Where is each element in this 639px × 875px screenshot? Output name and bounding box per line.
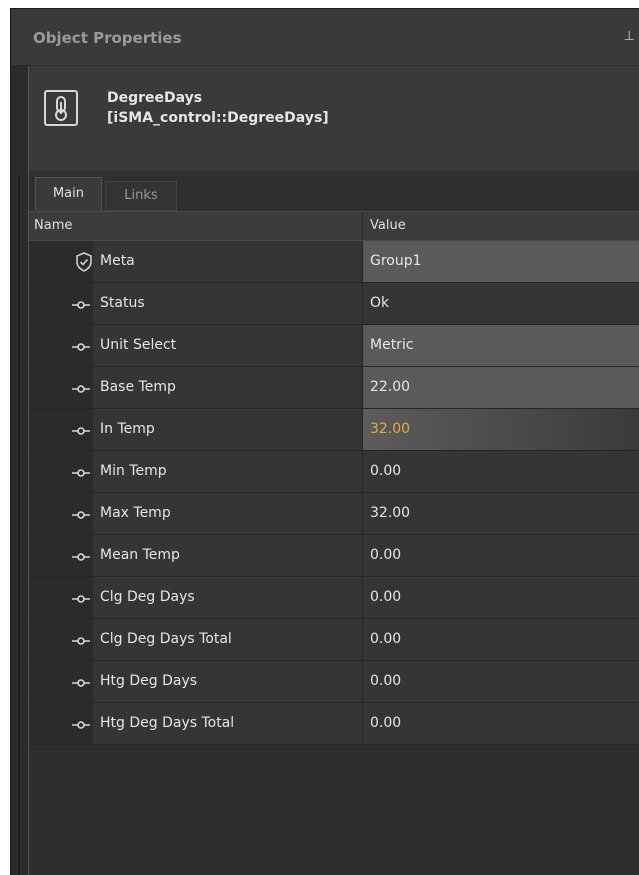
slot-icon bbox=[71, 717, 91, 731]
property-name: Status bbox=[100, 295, 145, 311]
row-value-cell bbox=[363, 283, 639, 324]
slot-icon bbox=[71, 633, 91, 647]
property-name: Min Temp bbox=[100, 463, 167, 479]
property-name: Clg Deg Days Total bbox=[100, 631, 232, 647]
column-header-value[interactable]: Value bbox=[370, 218, 406, 233]
slot-icon bbox=[71, 381, 91, 395]
slot-icon bbox=[71, 591, 91, 605]
left-gutter bbox=[11, 66, 28, 875]
slot-icon bbox=[71, 339, 91, 353]
column-separator[interactable] bbox=[362, 212, 363, 240]
property-name: Mean Temp bbox=[100, 547, 180, 563]
gutter-divider bbox=[18, 176, 20, 875]
property-row[interactable]: Clg Deg Days Total 0.00 bbox=[29, 619, 639, 661]
row-value-cell bbox=[363, 661, 639, 702]
column-header-name[interactable]: Name bbox=[34, 218, 72, 233]
panel-titlebar: Object Properties ⊥ bbox=[11, 9, 639, 66]
slot-icon bbox=[71, 507, 91, 521]
property-value: 0.00 bbox=[370, 715, 402, 731]
property-value[interactable]: Metric bbox=[370, 337, 414, 353]
property-row[interactable]: In Temp 32.00 bbox=[29, 409, 639, 451]
object-properties-panel: Object Properties ⊥ DegreeDays [iSMA_con… bbox=[10, 8, 639, 875]
object-name: DegreeDays bbox=[107, 90, 203, 106]
property-value: 0.00 bbox=[370, 589, 402, 605]
property-row[interactable]: Max Temp 32.00 bbox=[29, 493, 639, 535]
property-row[interactable]: Unit Select Metric bbox=[29, 325, 639, 367]
property-row[interactable]: Min Temp 0.00 bbox=[29, 451, 639, 493]
property-name: Htg Deg Days Total bbox=[100, 715, 235, 731]
property-value: 0.00 bbox=[370, 631, 402, 647]
slot-icon bbox=[71, 465, 91, 479]
property-name: Clg Deg Days bbox=[100, 589, 195, 605]
shield-icon bbox=[75, 252, 93, 272]
pin-icon[interactable]: ⊥ bbox=[624, 29, 635, 44]
thermometer-icon bbox=[44, 90, 78, 126]
property-grid: Name Value Meta Group1 Status Ok Unit Select… bbox=[28, 211, 639, 875]
property-row[interactable]: Mean Temp 0.00 bbox=[29, 535, 639, 577]
property-value: 0.00 bbox=[370, 547, 402, 563]
slot-icon bbox=[71, 675, 91, 689]
property-name: Unit Select bbox=[100, 337, 177, 353]
object-type: [iSMA_control::DegreeDays] bbox=[107, 110, 329, 126]
property-name: Max Temp bbox=[100, 505, 171, 521]
property-row[interactable]: Htg Deg Days Total 0.00 bbox=[29, 703, 639, 745]
property-value: 0.00 bbox=[370, 463, 402, 479]
panel-title: Object Properties bbox=[33, 29, 182, 47]
property-value: 32.00 bbox=[370, 421, 411, 437]
tab-bar: Main Links bbox=[28, 171, 639, 211]
property-name: Meta bbox=[100, 253, 135, 269]
property-value: Ok bbox=[370, 295, 390, 311]
property-value[interactable]: Group1 bbox=[370, 253, 422, 269]
row-value-cell bbox=[363, 577, 639, 618]
property-rows: Meta Group1 Status Ok Unit Select Metric Base … bbox=[29, 241, 639, 745]
property-name: In Temp bbox=[100, 421, 155, 437]
property-name: Htg Deg Days bbox=[100, 673, 198, 689]
row-value-cell bbox=[363, 619, 639, 660]
slot-icon bbox=[71, 549, 91, 563]
property-value: 0.00 bbox=[370, 673, 402, 689]
slot-icon bbox=[71, 423, 91, 437]
tab-links[interactable]: Links bbox=[105, 181, 177, 211]
property-value[interactable]: 22.00 bbox=[370, 379, 410, 395]
row-value-cell bbox=[363, 535, 639, 576]
property-row[interactable]: Status Ok bbox=[29, 283, 639, 325]
grid-header: Name Value bbox=[29, 211, 639, 241]
slot-icon bbox=[71, 297, 91, 311]
property-value: 32.00 bbox=[370, 505, 411, 521]
property-row[interactable]: Clg Deg Days 0.00 bbox=[29, 577, 639, 619]
property-row[interactable]: Htg Deg Days 0.00 bbox=[29, 661, 639, 703]
property-row[interactable]: Base Temp 22.00 bbox=[29, 367, 639, 409]
object-header: DegreeDays [iSMA_control::DegreeDays] bbox=[28, 66, 639, 171]
row-value-cell bbox=[363, 451, 639, 492]
tab-main[interactable]: Main bbox=[35, 177, 102, 211]
property-row[interactable]: Meta Group1 bbox=[29, 241, 639, 283]
row-value-cell bbox=[363, 703, 639, 744]
property-name: Base Temp bbox=[100, 379, 176, 395]
